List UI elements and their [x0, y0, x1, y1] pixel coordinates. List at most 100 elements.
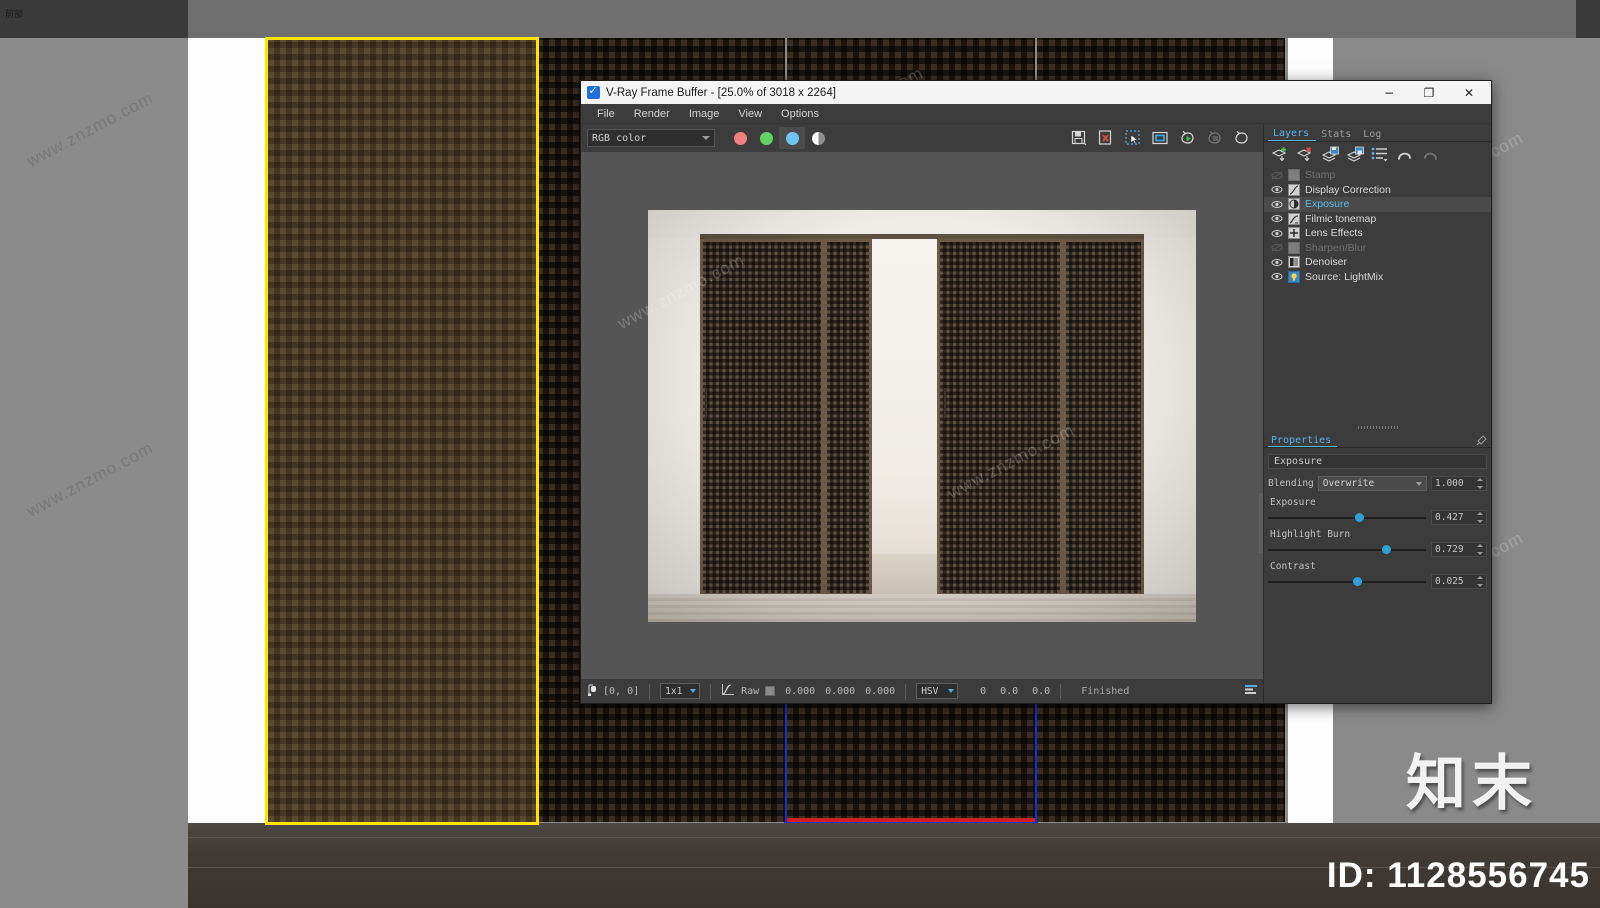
- eye-icon[interactable]: [1271, 258, 1283, 267]
- eye-icon[interactable]: [1271, 185, 1283, 194]
- tab-layers[interactable]: Layers: [1268, 127, 1317, 141]
- add-layer-button[interactable]: [1269, 144, 1291, 164]
- render-last-button[interactable]: [1231, 128, 1251, 148]
- sample-size-select[interactable]: 1x1: [660, 683, 701, 699]
- scene-lattice-mesh: [703, 241, 821, 593]
- layer-row-stamp[interactable]: Stamp: [1264, 168, 1491, 183]
- window-body: RGB color www.znzmo.com www.znzmo.com [0…: [581, 124, 1491, 703]
- lattice-panel-lower-blue[interactable]: [787, 700, 1035, 822]
- layer-menu-button[interactable]: [1369, 144, 1391, 164]
- close-button[interactable]: ✕: [1449, 81, 1489, 104]
- eye-icon[interactable]: [1271, 272, 1283, 281]
- lattice-panel-selected[interactable]: [265, 37, 539, 825]
- exposure-value-field[interactable]: 0.427: [1431, 510, 1487, 525]
- redo-button[interactable]: [1419, 144, 1441, 164]
- red-channel-button[interactable]: [727, 127, 753, 149]
- slider-track: [1268, 548, 1426, 551]
- eye-icon[interactable]: [1271, 229, 1283, 238]
- histogram-icon[interactable]: [1245, 684, 1257, 699]
- layer-row-filmic-tonemap[interactable]: Filmic tonemap: [1264, 212, 1491, 227]
- highlight-burn-value-field[interactable]: 0.729: [1431, 542, 1487, 557]
- spinner-arrows-icon[interactable]: [1477, 544, 1484, 555]
- blending-select[interactable]: Overwrite: [1317, 476, 1427, 491]
- eye-off-icon[interactable]: [1271, 243, 1283, 252]
- layer-row-lens-effects[interactable]: Lens Effects: [1264, 226, 1491, 241]
- lattice-panel-lower-right[interactable]: [1037, 700, 1285, 822]
- start-render-button[interactable]: [1177, 128, 1197, 148]
- region-render-button[interactable]: [1150, 128, 1170, 148]
- dock-tabs[interactable]: Layers Stats Log: [1264, 124, 1491, 142]
- maximize-button[interactable]: ❐: [1409, 81, 1449, 104]
- alpha-channel-button[interactable]: [805, 127, 831, 149]
- layer-row-denoiser[interactable]: Denoiser: [1264, 255, 1491, 270]
- menubar[interactable]: File Render Image View Options: [581, 104, 1491, 124]
- exposure-slider-label: Exposure: [1270, 497, 1316, 508]
- chevron-down-icon: [948, 689, 955, 693]
- region-select-button[interactable]: [1123, 128, 1143, 148]
- layer-label: Denoiser: [1305, 256, 1348, 269]
- divider: [1060, 683, 1062, 699]
- contrast-value-field[interactable]: 0.025: [1431, 574, 1487, 589]
- color-space-value: HSV: [921, 685, 939, 697]
- minimize-button[interactable]: −: [1369, 81, 1409, 104]
- sample-size-value: 1x1: [665, 685, 683, 697]
- menu-image[interactable]: Image: [681, 106, 728, 122]
- viewport-white-panel-left: [188, 38, 268, 823]
- tab-stats[interactable]: Stats: [1316, 128, 1358, 141]
- window-titlebar[interactable]: V-Ray Frame Buffer - [25.0% of 3018 x 22…: [581, 81, 1491, 104]
- blue-channel-button[interactable]: [779, 127, 805, 149]
- slider-knob[interactable]: [1354, 512, 1364, 522]
- dock-splitter-handle[interactable]: [1264, 423, 1491, 432]
- scene-lattice-mesh: [940, 241, 1060, 593]
- remove-layer-button[interactable]: [1294, 144, 1316, 164]
- menu-file[interactable]: File: [589, 106, 623, 122]
- slider-knob[interactable]: [1381, 544, 1391, 554]
- eye-icon[interactable]: [1271, 214, 1283, 223]
- layer-row-source-lightmix[interactable]: Source: LightMix: [1264, 270, 1491, 285]
- eye-off-icon[interactable]: [1271, 171, 1283, 180]
- statusbar: [0, 0] 1x1 Raw 0.000 0.000 0.000 HSV 0 0…: [581, 679, 1263, 703]
- channel-select[interactable]: RGB color: [587, 129, 715, 147]
- layer-row-display-correction[interactable]: Display Correction: [1264, 183, 1491, 198]
- menu-options[interactable]: Options: [773, 106, 827, 122]
- pin-icon[interactable]: [1475, 434, 1487, 446]
- undo-button[interactable]: [1394, 144, 1416, 164]
- property-layer-name: Exposure: [1268, 454, 1487, 469]
- properties-scrollbar[interactable]: [1259, 493, 1263, 553]
- image-toolbar[interactable]: RGB color: [581, 124, 1263, 152]
- layer-toolbar[interactable]: [1264, 142, 1491, 166]
- alpha-dot-icon: [811, 131, 825, 145]
- render-canvas[interactable]: www.znzmo.com www.znzmo.com: [581, 152, 1263, 679]
- layer-row-sharpen-blur[interactable]: Sharpen/Blur: [1264, 241, 1491, 256]
- curve-mode-label: Raw: [741, 685, 760, 697]
- vray-frame-buffer-window[interactable]: V-Ray Frame Buffer - [25.0% of 3018 x 22…: [580, 80, 1492, 704]
- spinner-arrows-icon[interactable]: [1477, 576, 1484, 587]
- color-space-select[interactable]: HSV: [916, 683, 959, 699]
- contrast-slider[interactable]: [1268, 575, 1426, 589]
- spinner-arrows-icon[interactable]: [1477, 478, 1484, 489]
- slider-track: [1268, 516, 1426, 519]
- layer-list[interactable]: Stamp Display Correction Exposure Filmic…: [1264, 166, 1491, 423]
- stop-render-button[interactable]: [1204, 128, 1224, 148]
- spinner-arrows-icon[interactable]: [1477, 512, 1484, 523]
- save-all-channels-button[interactable]: [1096, 128, 1116, 148]
- eye-icon[interactable]: [1271, 200, 1283, 209]
- menu-view[interactable]: View: [730, 106, 770, 122]
- highlight-burn-slider[interactable]: [1268, 543, 1426, 557]
- blending-amount-field[interactable]: 1.000: [1431, 476, 1487, 491]
- rendered-image[interactable]: [648, 209, 1196, 622]
- slider-knob[interactable]: [1353, 576, 1363, 586]
- lattice-panel-lower-mid[interactable]: [537, 700, 785, 822]
- save-preset-button[interactable]: [1344, 144, 1366, 164]
- scene-lattice-panel-4: [1063, 238, 1144, 596]
- curve-icon[interactable]: [721, 683, 735, 699]
- green-channel-button[interactable]: [753, 127, 779, 149]
- save-image-button[interactable]: [1069, 128, 1089, 148]
- blue-dot-icon: [785, 131, 799, 145]
- hsv-s-value: 0.0: [1000, 685, 1019, 697]
- tab-log[interactable]: Log: [1358, 128, 1388, 141]
- menu-render[interactable]: Render: [626, 106, 678, 122]
- load-preset-button[interactable]: [1319, 144, 1341, 164]
- exposure-slider[interactable]: [1268, 511, 1426, 525]
- layer-row-exposure[interactable]: Exposure: [1264, 197, 1491, 212]
